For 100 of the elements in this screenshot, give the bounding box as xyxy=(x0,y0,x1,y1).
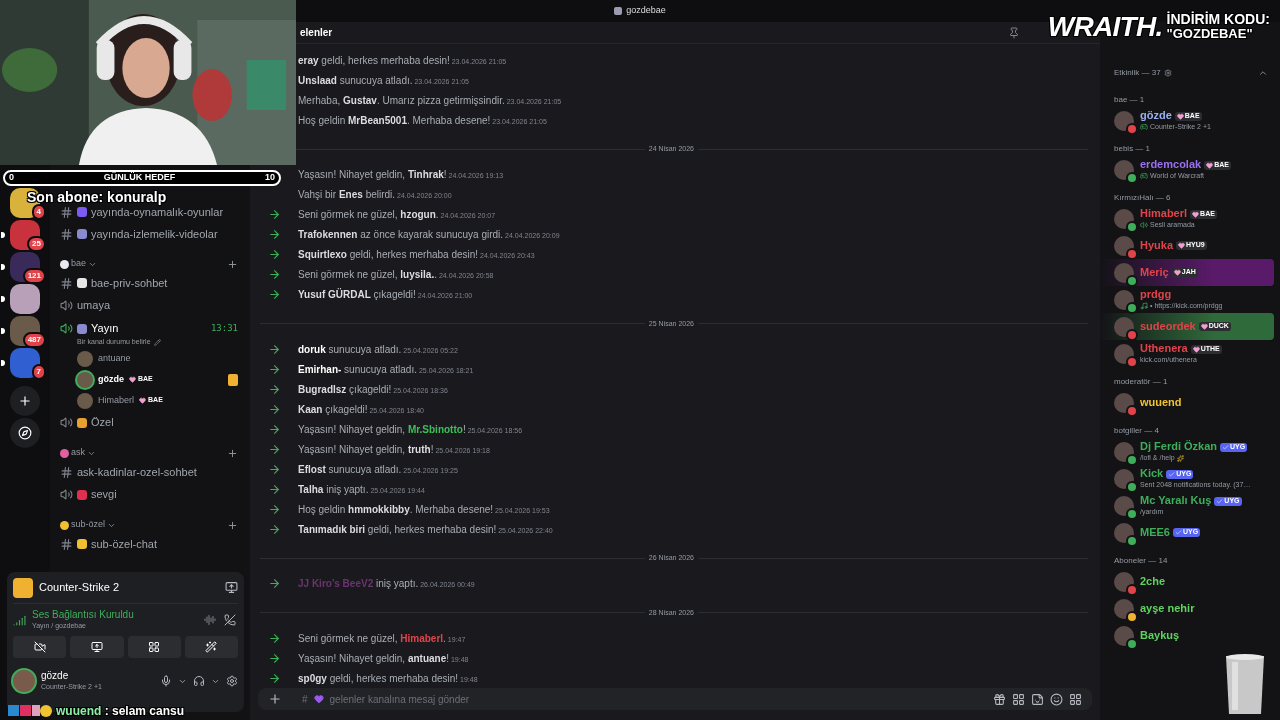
collapse-icon xyxy=(1258,68,1268,78)
settings-button[interactable] xyxy=(226,675,238,687)
plus-icon xyxy=(227,519,238,531)
member-name[interactable]: gözde xyxy=(1140,109,1172,123)
member-name[interactable]: Dj Ferdi Özkan xyxy=(1140,440,1218,454)
heart-icon xyxy=(1173,269,1181,276)
member-name[interactable]: ayşe nehir xyxy=(1140,601,1195,616)
screen-share-button[interactable] xyxy=(70,636,124,658)
arrow-icon xyxy=(267,422,281,436)
arrow-icon xyxy=(267,248,281,262)
plus-icon xyxy=(18,394,32,408)
camera-button[interactable] xyxy=(13,636,67,658)
speaker-icon xyxy=(60,416,73,429)
message-input[interactable]: gelenler kanalına mesaj gönder xyxy=(329,691,987,707)
explore-button[interactable] xyxy=(10,418,40,448)
channel-item[interactable]: yayında-izlemelik-videolar xyxy=(91,225,218,243)
voice-channel[interactable]: Özel xyxy=(91,414,238,431)
camera-off-icon xyxy=(33,641,46,653)
arrow-icon xyxy=(267,342,281,356)
sparkle-icon xyxy=(1176,454,1184,462)
arrow-icon xyxy=(267,502,281,516)
member-name[interactable]: Kick xyxy=(1140,467,1164,481)
avatar xyxy=(1114,235,1134,256)
avatar xyxy=(1114,262,1134,283)
voice-channel[interactable]: Yayın xyxy=(91,320,207,337)
server-icon[interactable] xyxy=(10,220,40,250)
heart-icon xyxy=(1176,112,1184,120)
sponsor-code: "GOZDEBAE" xyxy=(1166,27,1254,41)
arrow-icon xyxy=(267,362,281,376)
member-name[interactable]: prdgg xyxy=(1140,288,1172,302)
avatar xyxy=(1114,110,1134,131)
group-header: bae — 1 xyxy=(1113,94,1146,106)
chat-message: wuuend : selam cansu xyxy=(56,703,185,720)
channel-item[interactable]: bae-priv-sohbet xyxy=(91,274,168,292)
arrow-icon xyxy=(267,462,281,476)
avatar xyxy=(1114,625,1134,646)
arrow-icon xyxy=(267,631,281,645)
member-name[interactable]: wuuend xyxy=(1140,395,1182,410)
plus-icon xyxy=(268,692,282,707)
heart-icon xyxy=(1200,323,1208,330)
channel-title: elenler xyxy=(300,26,334,41)
voice-channel[interactable]: umaya xyxy=(77,297,238,314)
check-icon xyxy=(1222,443,1230,451)
member-name[interactable]: MEE6 xyxy=(1140,525,1170,540)
heart-icon xyxy=(1192,210,1200,218)
member-name[interactable]: Hyuka xyxy=(1140,238,1174,253)
avatar xyxy=(1114,441,1134,462)
check-icon xyxy=(1168,470,1176,478)
unread-badge: 487 xyxy=(22,332,46,348)
disconnect-button[interactable] xyxy=(222,614,238,626)
pin-icon xyxy=(1008,26,1020,39)
channel-item[interactable]: sub-özel-chat xyxy=(91,535,158,553)
voice-channel[interactable]: sevgi xyxy=(91,486,238,503)
voice-user[interactable]: Himaberl xyxy=(98,393,134,408)
grid-icon xyxy=(148,641,161,653)
add-server-button[interactable] xyxy=(10,386,40,416)
member-name[interactable]: 2che xyxy=(1140,574,1166,589)
member-name[interactable]: Mc Yaralı Kuş xyxy=(1140,494,1212,508)
activity-title: Counter-Strike 2 xyxy=(39,580,121,596)
avatar xyxy=(1114,571,1134,592)
arrow-icon xyxy=(267,288,281,302)
channel-item[interactable]: ask-kadinlar-ozel-sohbet xyxy=(77,463,197,481)
category-header[interactable]: ask xyxy=(71,446,85,460)
member-name[interactable]: Meriç xyxy=(1140,265,1169,280)
deafen-button[interactable] xyxy=(193,675,205,687)
member-name[interactable]: Baykuş xyxy=(1140,628,1180,643)
activities-button[interactable] xyxy=(127,636,181,658)
avatar xyxy=(1114,598,1134,619)
mute-button[interactable] xyxy=(160,675,172,687)
avatar xyxy=(1114,289,1134,310)
voice-user[interactable]: antuane xyxy=(98,351,131,366)
member-name[interactable]: Himaberl xyxy=(1140,207,1188,221)
category-header[interactable]: bae xyxy=(71,257,87,271)
arrow-icon xyxy=(267,228,281,242)
group-header: bebis — 1 xyxy=(1113,143,1152,155)
screen-share-icon xyxy=(225,581,238,594)
arrow-icon xyxy=(267,651,281,665)
arrow-icon xyxy=(267,442,281,456)
arrow-icon xyxy=(267,671,281,685)
voice-user[interactable]: gözde xyxy=(98,372,124,387)
arrow-icon xyxy=(267,382,281,396)
unread-badge: 121 xyxy=(22,268,46,284)
gift-icon xyxy=(993,692,1006,706)
member-name[interactable]: Uthenera xyxy=(1140,342,1188,356)
heart-icon xyxy=(129,376,136,383)
avatar xyxy=(1114,159,1134,180)
member-name[interactable]: erdemcolak xyxy=(1140,158,1202,172)
soundboard-button[interactable] xyxy=(184,636,238,658)
category-header[interactable]: sub-özel xyxy=(71,518,106,532)
apps-icon xyxy=(1069,692,1082,706)
gamepad-icon xyxy=(1140,123,1148,132)
arrow-icon xyxy=(267,402,281,416)
unread-badge: 25 xyxy=(27,236,46,252)
signal-icon xyxy=(13,613,26,627)
compass-icon xyxy=(18,426,32,440)
check-icon xyxy=(1216,497,1224,505)
heart-icon xyxy=(1192,345,1200,353)
arrow-icon xyxy=(267,268,281,282)
server-icon[interactable] xyxy=(10,284,40,314)
username: gözde xyxy=(41,670,70,683)
